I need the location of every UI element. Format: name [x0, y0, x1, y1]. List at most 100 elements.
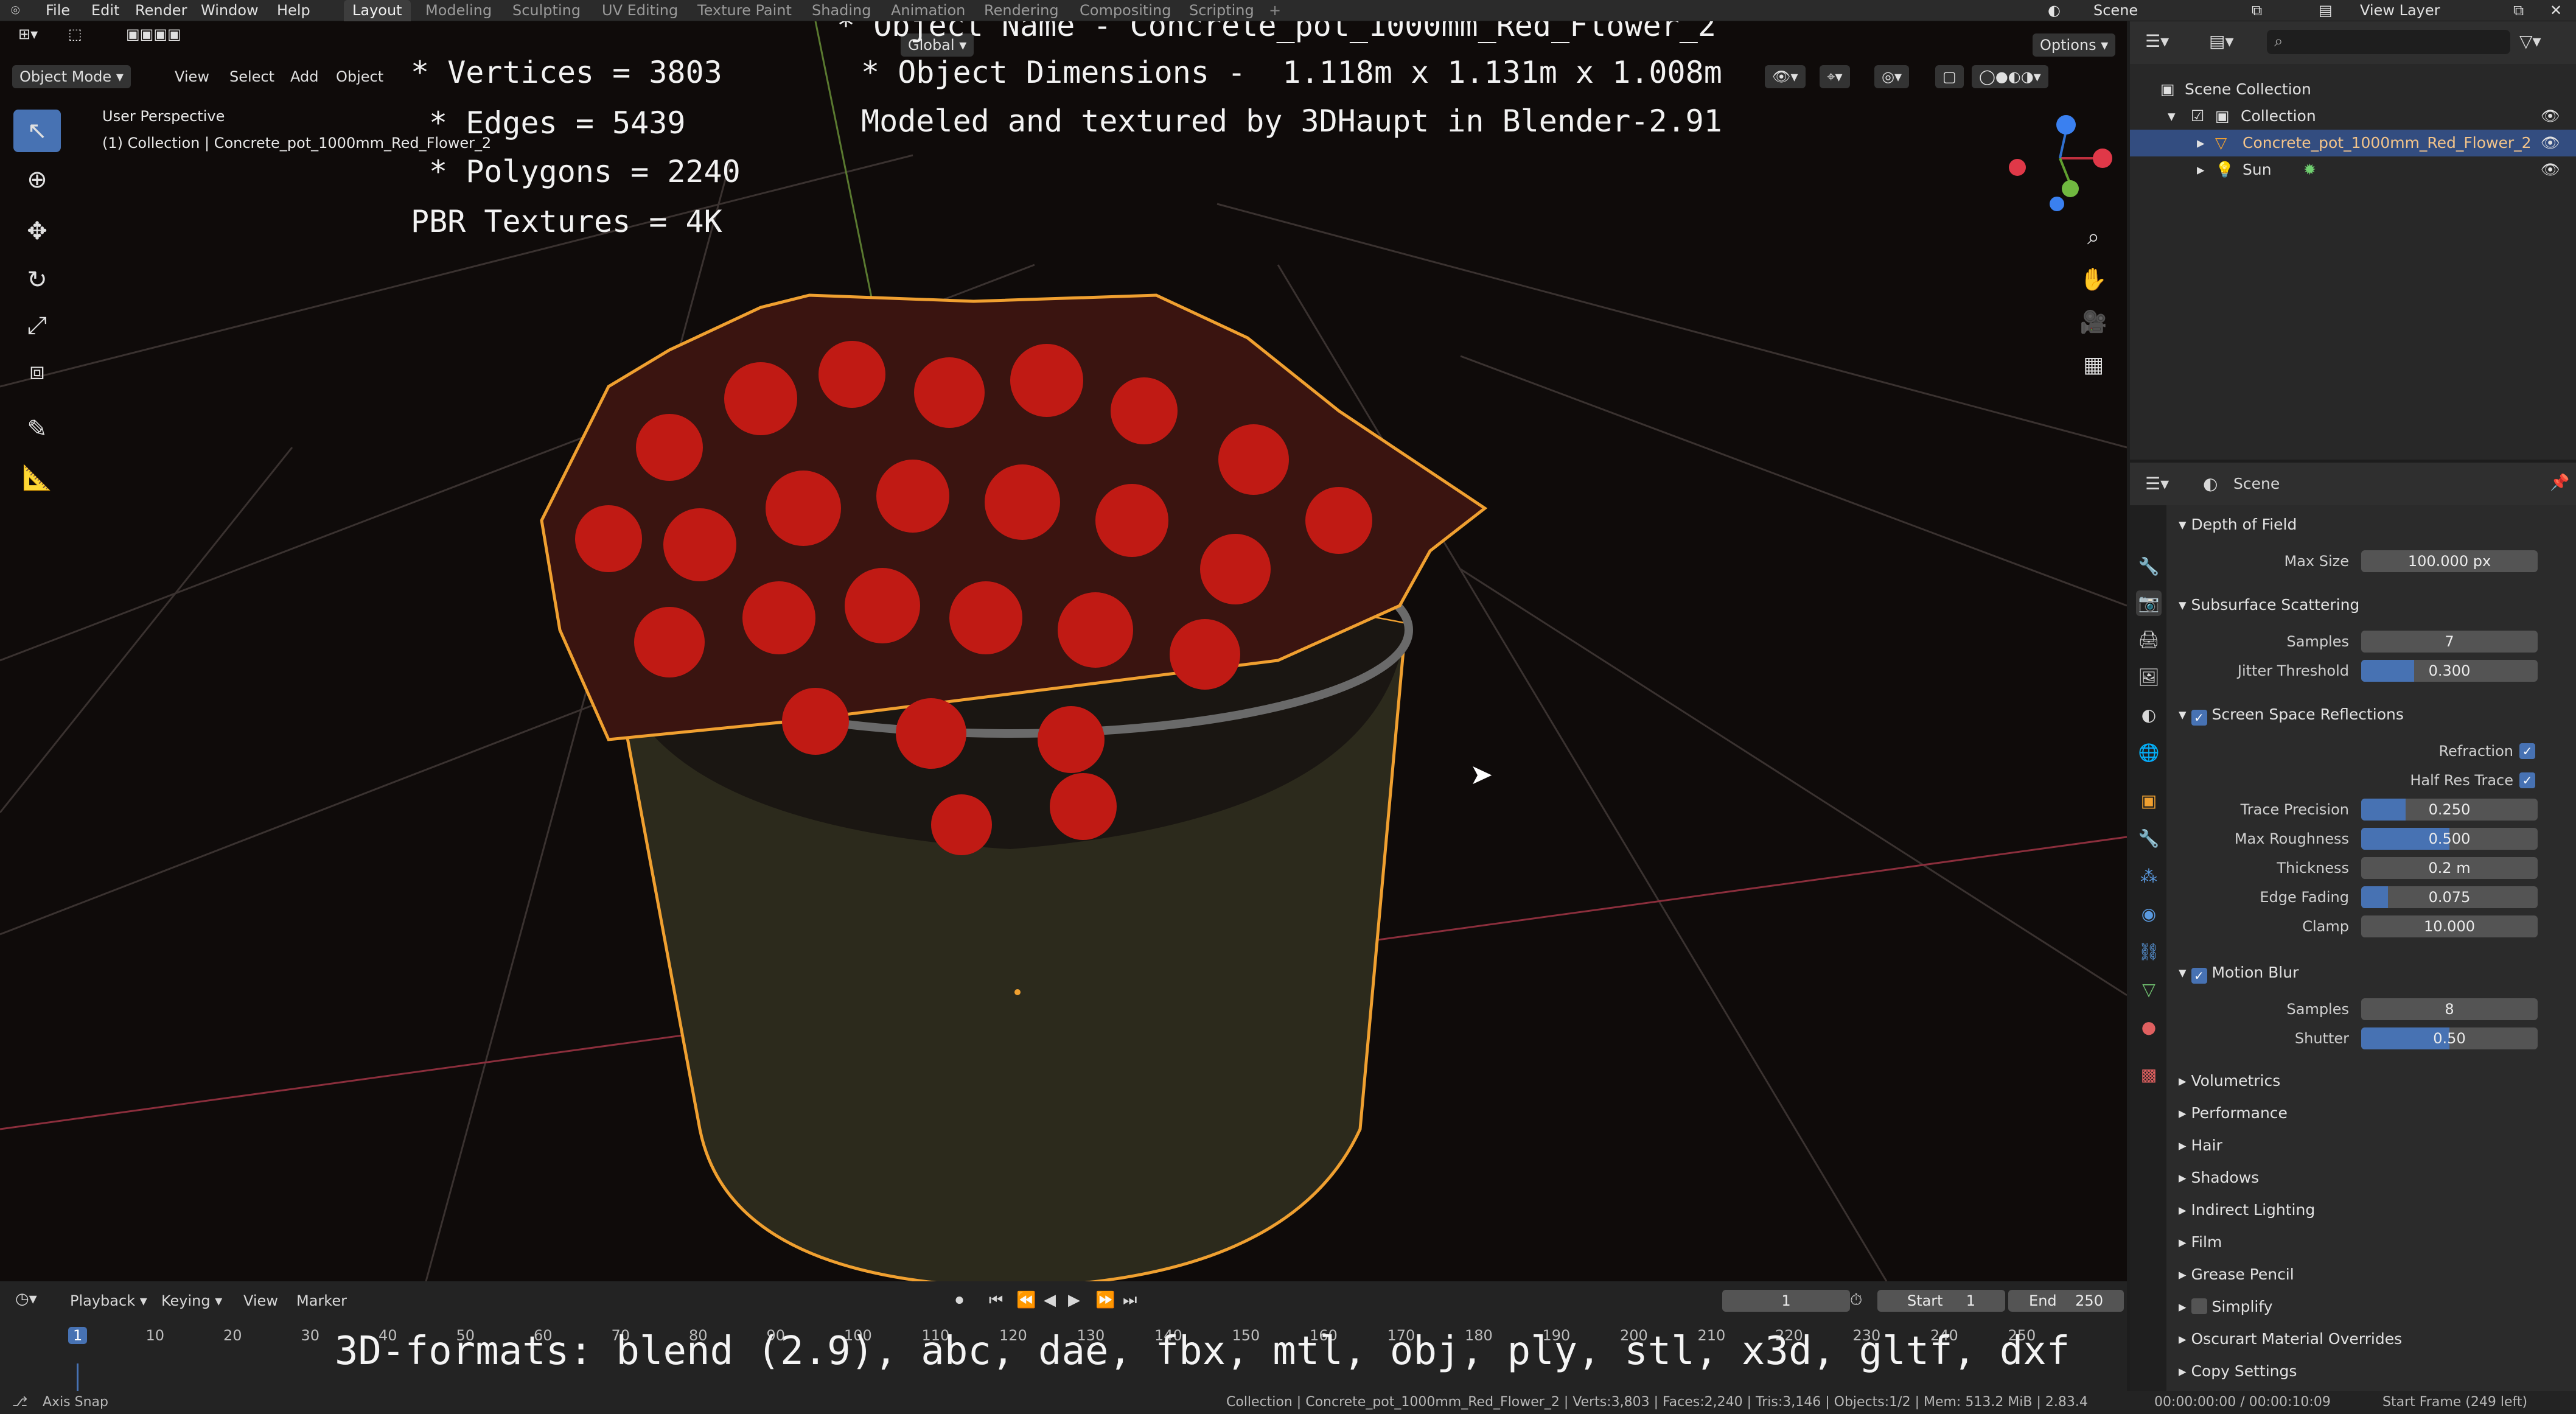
menu-file[interactable]: File: [46, 0, 70, 21]
menu-render[interactable]: Render: [135, 0, 187, 21]
visibility-icon[interactable]: 👁▾: [1765, 65, 1806, 88]
tab-uv-editing[interactable]: UV Editing: [593, 0, 686, 21]
panel-motion-blur[interactable]: ▾ ✓ Motion Blur: [2179, 961, 2299, 985]
filter-icon[interactable]: ▽▾: [2519, 31, 2541, 51]
viewport-menu-object[interactable]: Object: [329, 65, 391, 88]
pin-icon[interactable]: 📌: [2550, 474, 2569, 492]
expand-arrow-icon[interactable]: ▾: [2168, 103, 2176, 130]
texture-tab-icon[interactable]: ▩: [2136, 1062, 2162, 1088]
add-workspace-icon[interactable]: +: [1269, 0, 1281, 21]
display-mode-icon[interactable]: ▤▾: [2209, 31, 2234, 51]
menu-help[interactable]: Help: [277, 0, 310, 21]
gizmo-toggle-icon[interactable]: ⌖▾: [1820, 65, 1850, 88]
outliner-item-scene-collection[interactable]: ▣ Scene Collection: [2130, 76, 2576, 103]
panel-depth-of-field[interactable]: ▾ Depth of Field: [2179, 513, 2297, 537]
panel-hair[interactable]: ▸ Hair: [2179, 1133, 2222, 1158]
outliner-item-sun[interactable]: ▸ 💡 Sun ✹ 👁: [2130, 156, 2576, 183]
rotate-tool-icon[interactable]: ↻: [13, 259, 61, 301]
thickness-field[interactable]: 0.2 m: [2361, 857, 2538, 879]
camera-view-icon[interactable]: 🎥: [2072, 301, 2115, 344]
editor-type-icon[interactable]: ⊞▾: [11, 23, 45, 46]
panel-film[interactable]: ▸ Film: [2179, 1230, 2222, 1255]
tab-shading[interactable]: Shading: [803, 0, 880, 21]
object-mode-dropdown[interactable]: Object Mode ▾: [12, 65, 131, 88]
overlay-toggle-icon[interactable]: ◎▾: [1874, 65, 1909, 88]
clamp-field[interactable]: 10.000: [2361, 915, 2538, 937]
annotate-tool-icon[interactable]: ✎: [13, 408, 61, 450]
checkbox-icon[interactable]: ☑: [2191, 103, 2204, 130]
expand-arrow-icon[interactable]: ▸: [2197, 156, 2205, 183]
panel-simplify[interactable]: ▸ Simplify: [2179, 1295, 2273, 1319]
panel-screen-space-reflections[interactable]: ▾ ✓ Screen Space Reflections: [2179, 702, 2404, 727]
select-tool-icon[interactable]: ↖: [13, 110, 61, 152]
scene-tab-icon[interactable]: ◐: [2136, 702, 2162, 728]
cursor-tool-icon[interactable]: ⊕: [13, 158, 61, 201]
motion-blur-checkbox[interactable]: ✓: [2191, 968, 2207, 984]
render-tab-icon[interactable]: 📷: [2136, 590, 2162, 616]
panel-oscurart-overrides[interactable]: ▸ Oscurart Material Overrides: [2179, 1327, 2402, 1351]
edge-fading-slider[interactable]: 0.075: [2361, 886, 2538, 908]
copy-layer-icon[interactable]: ⧉: [2513, 0, 2524, 21]
options-dropdown[interactable]: Options ▾: [2033, 33, 2116, 57]
zoom-icon[interactable]: ⌕: [2072, 216, 2115, 259]
scale-tool-icon[interactable]: ⤢: [13, 304, 61, 347]
menu-window[interactable]: Window: [201, 0, 259, 21]
transform-tool-icon[interactable]: ⧈: [13, 350, 61, 393]
pan-hand-icon[interactable]: ✋: [2072, 259, 2115, 301]
refraction-checkbox[interactable]: ✓: [2519, 743, 2535, 759]
outliner-search-input[interactable]: ⌕: [2267, 30, 2510, 54]
tab-animation[interactable]: Animation: [882, 0, 974, 21]
tab-texture-paint[interactable]: Texture Paint: [689, 0, 800, 21]
blender-logo-icon[interactable]: ⌾: [11, 0, 19, 21]
navigation-gizmo[interactable]: [2009, 115, 2112, 211]
tab-sculpting[interactable]: Sculpting: [504, 0, 589, 21]
eye-icon[interactable]: 👁: [2541, 156, 2560, 183]
simplify-checkbox[interactable]: [2191, 1298, 2207, 1314]
tab-modeling[interactable]: Modeling: [417, 0, 500, 21]
constraints-tab-icon[interactable]: ⛓: [2136, 939, 2162, 965]
tab-layout[interactable]: Layout: [344, 0, 411, 21]
max-size-field[interactable]: 100.000 px: [2361, 550, 2538, 572]
panel-indirect-lighting[interactable]: ▸ Indirect Lighting: [2179, 1198, 2315, 1222]
ssr-enable-checkbox[interactable]: ✓: [2191, 710, 2207, 726]
xray-toggle-icon[interactable]: ▢: [1935, 65, 1964, 88]
menu-edit[interactable]: Edit: [91, 0, 119, 21]
jitter-threshold-slider[interactable]: 0.300: [2361, 660, 2538, 682]
panel-shadows[interactable]: ▸ Shadows: [2179, 1166, 2259, 1190]
tab-scripting[interactable]: Scripting: [1181, 0, 1263, 21]
shading-modes-icon[interactable]: ◯●◐◑▾: [1972, 65, 2048, 88]
panel-subsurface-scattering[interactable]: ▾ Subsurface Scattering: [2179, 593, 2359, 617]
outliner-item-object[interactable]: ▸ ▽ Concrete_pot_1000mm_Red_Flower_2 👁: [2130, 130, 2576, 156]
ortho-toggle-icon[interactable]: ▦: [2072, 344, 2115, 387]
shutter-slider[interactable]: 0.50: [2361, 1027, 2538, 1049]
select-mode-icons[interactable]: ▣▣▣▣: [119, 23, 189, 46]
trace-precision-slider[interactable]: 0.250: [2361, 799, 2538, 821]
select-box-icon[interactable]: ⬚: [61, 23, 89, 46]
move-tool-icon[interactable]: ✥: [13, 210, 61, 253]
eye-icon[interactable]: 👁: [2541, 130, 2560, 156]
viewport-menu-select[interactable]: Select: [222, 65, 282, 88]
properties-editor-icon[interactable]: ☰▾: [2145, 474, 2169, 494]
copy-icon[interactable]: ⧉: [2252, 0, 2262, 21]
viewport-menu-view[interactable]: View: [167, 65, 217, 88]
tab-compositing[interactable]: Compositing: [1071, 0, 1179, 21]
3d-viewport[interactable]: ⊞▾ ⬚ ▣▣▣▣ Object Mode ▾ View Select Add …: [0, 21, 2127, 1281]
expand-arrow-icon[interactable]: ▸: [2197, 130, 2205, 156]
outliner-item-collection[interactable]: ▾ ☑ ▣ Collection 👁: [2130, 103, 2576, 130]
panel-performance[interactable]: ▸ Performance: [2179, 1101, 2288, 1125]
remove-layer-icon[interactable]: ✕: [2550, 0, 2562, 21]
panel-volumetrics[interactable]: ▸ Volumetrics: [2179, 1069, 2280, 1093]
half-res-trace-checkbox[interactable]: ✓: [2519, 772, 2535, 788]
scene-name[interactable]: Scene: [2093, 0, 2138, 21]
motion-blur-samples-field[interactable]: 8: [2361, 998, 2538, 1020]
sss-samples-field[interactable]: 7: [2361, 631, 2538, 653]
outliner-editor-icon[interactable]: ☰▾: [2145, 31, 2169, 51]
panel-grease-pencil[interactable]: ▸ Grease Pencil: [2179, 1262, 2294, 1287]
tab-rendering[interactable]: Rendering: [976, 0, 1067, 21]
panel-copy-settings[interactable]: ▸ Copy Settings: [2179, 1359, 2297, 1384]
measure-tool-icon[interactable]: 📐: [13, 457, 61, 499]
viewport-menu-add[interactable]: Add: [283, 65, 326, 88]
max-roughness-slider[interactable]: 0.500: [2361, 828, 2538, 850]
view-layer-name[interactable]: View Layer: [2360, 0, 2440, 21]
world-tab-icon[interactable]: 🌐: [2136, 740, 2162, 766]
